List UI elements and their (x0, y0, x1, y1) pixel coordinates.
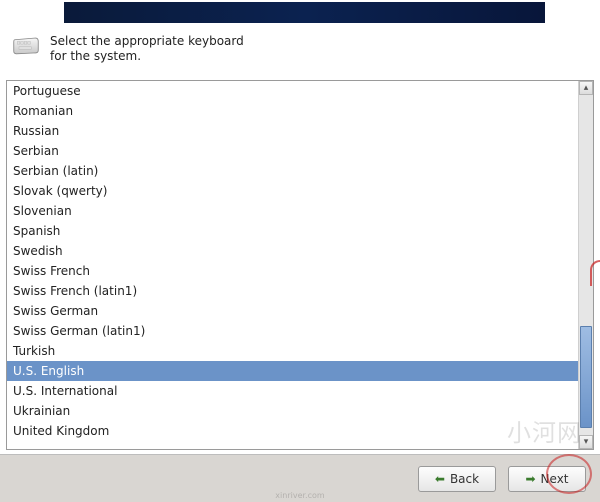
list-item[interactable]: U.S. International (7, 381, 578, 401)
footer-bar: ⬅ Back ➡ Next (0, 454, 600, 502)
next-button[interactable]: ➡ Next (508, 466, 586, 492)
list-item[interactable]: Portuguese (7, 81, 578, 101)
header-banner (64, 2, 545, 23)
list-item[interactable]: Swiss French (7, 261, 578, 281)
next-button-label: Next (541, 472, 569, 486)
list-item[interactable]: U.S. English (7, 361, 578, 381)
back-button-label: Back (450, 472, 479, 486)
list-item[interactable]: Slovenian (7, 201, 578, 221)
list-item[interactable]: Serbian (7, 141, 578, 161)
scroll-down-button[interactable]: ▾ (579, 435, 593, 449)
list-item[interactable]: Swiss German (7, 301, 578, 321)
list-item[interactable]: Swedish (7, 241, 578, 261)
scroll-up-button[interactable]: ▴ (579, 81, 593, 95)
scrollbar[interactable]: ▴ ▾ (578, 81, 593, 449)
list-item[interactable]: Russian (7, 121, 578, 141)
instruction-text: Select the appropriate keyboard for the … (50, 34, 250, 64)
arrow-left-icon: ⬅ (435, 473, 445, 485)
scroll-track[interactable] (579, 95, 593, 435)
list-item[interactable]: Slovak (qwerty) (7, 181, 578, 201)
list-item[interactable]: Ukrainian (7, 401, 578, 421)
list-item[interactable]: United Kingdom (7, 421, 578, 441)
keyboard-list-container: PortugueseRomanianRussianSerbianSerbian … (6, 80, 594, 450)
list-item[interactable]: Spanish (7, 221, 578, 241)
arrow-right-icon: ➡ (525, 473, 535, 485)
instruction-row: Select the appropriate keyboard for the … (12, 34, 250, 64)
list-item[interactable]: Swiss German (latin1) (7, 321, 578, 341)
back-button[interactable]: ⬅ Back (418, 466, 496, 492)
list-item[interactable]: Serbian (latin) (7, 161, 578, 181)
list-item[interactable]: Swiss French (latin1) (7, 281, 578, 301)
keyboard-list[interactable]: PortugueseRomanianRussianSerbianSerbian … (7, 81, 578, 449)
list-item[interactable]: Romanian (7, 101, 578, 121)
keyboard-icon (12, 34, 40, 59)
list-item[interactable]: Turkish (7, 341, 578, 361)
scroll-thumb[interactable] (580, 326, 592, 428)
